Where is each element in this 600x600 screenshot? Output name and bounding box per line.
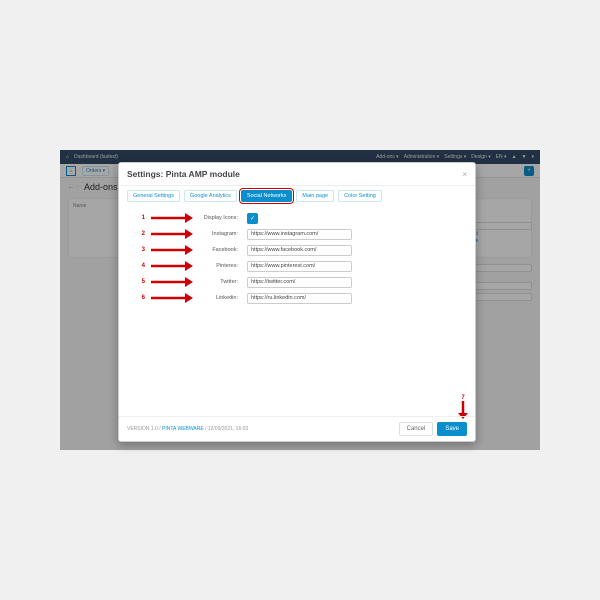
annotation-6: 6	[137, 295, 145, 301]
app-window: ⌂ Dashboard (fastest) Add-ons ▾ Administ…	[60, 150, 540, 450]
arrow-icon	[149, 226, 193, 242]
input-twitter[interactable]	[247, 277, 352, 288]
input-instagram[interactable]	[247, 229, 352, 240]
label-display-icons: Display Icons:	[197, 215, 242, 221]
tab-main-page[interactable]: Main page	[296, 190, 334, 202]
input-linkedin[interactable]	[247, 293, 352, 304]
tab-social-networks[interactable]: Social Networks	[241, 190, 292, 202]
label-twitter: Twitter:	[197, 279, 242, 285]
vendor-link[interactable]: PINTA WEBWARE	[162, 426, 204, 432]
arrow-icon	[149, 210, 193, 226]
annotation-5: 5	[137, 279, 145, 285]
modal-footer: VERSION 1.0 / PINTA WEBWARE / 12/09/2021…	[119, 416, 475, 441]
annotation-2: 2	[137, 231, 145, 237]
close-icon[interactable]: ×	[462, 170, 467, 179]
settings-modal: Settings: Pinta AMP module × General Set…	[118, 162, 476, 442]
arrow-icon	[149, 242, 193, 258]
annotation-4: 4	[137, 263, 145, 269]
annotation-1: 1	[137, 215, 145, 221]
modal-body: 1 Display Icons: ✓ 2 Instagram: 3	[119, 202, 475, 416]
label-facebook: Facebook:	[197, 247, 242, 253]
row-display-icons: 1 Display Icons: ✓	[127, 210, 467, 226]
save-button[interactable]: Save	[437, 422, 467, 436]
label-instagram: Instagram:	[197, 231, 242, 237]
modal-title: Settings: Pinta AMP module	[127, 169, 240, 179]
version-date: 12/09/2021, 16:03	[208, 426, 248, 432]
arrow-icon	[149, 290, 193, 306]
row-facebook: 3 Facebook:	[127, 242, 467, 258]
modal-tabs: General Settings Google Analytics Social…	[119, 186, 475, 202]
input-pinterest[interactable]	[247, 261, 352, 272]
row-instagram: 2 Instagram:	[127, 226, 467, 242]
row-twitter: 5 Twitter:	[127, 274, 467, 290]
arrow-icon	[149, 274, 193, 290]
modal-header: Settings: Pinta AMP module ×	[119, 163, 475, 186]
annotation-3: 3	[137, 247, 145, 253]
label-linkedin: Linkedin:	[197, 295, 242, 301]
cancel-button[interactable]: Cancel	[399, 422, 434, 436]
row-pinterest: 4 Pinteres:	[127, 258, 467, 274]
checkbox-display-icons[interactable]: ✓	[247, 213, 258, 224]
arrow-icon	[149, 258, 193, 274]
row-linkedin: 6 Linkedin:	[127, 290, 467, 306]
input-facebook[interactable]	[247, 245, 352, 256]
label-pinterest: Pinteres:	[197, 263, 242, 269]
version-info: VERSION 1.0 / PINTA WEBWARE / 12/09/2021…	[127, 426, 248, 432]
tab-general-settings[interactable]: General Settings	[127, 190, 180, 202]
tab-google-analytics[interactable]: Google Analytics	[184, 190, 237, 202]
tab-color-setting[interactable]: Color Setting	[338, 190, 382, 202]
